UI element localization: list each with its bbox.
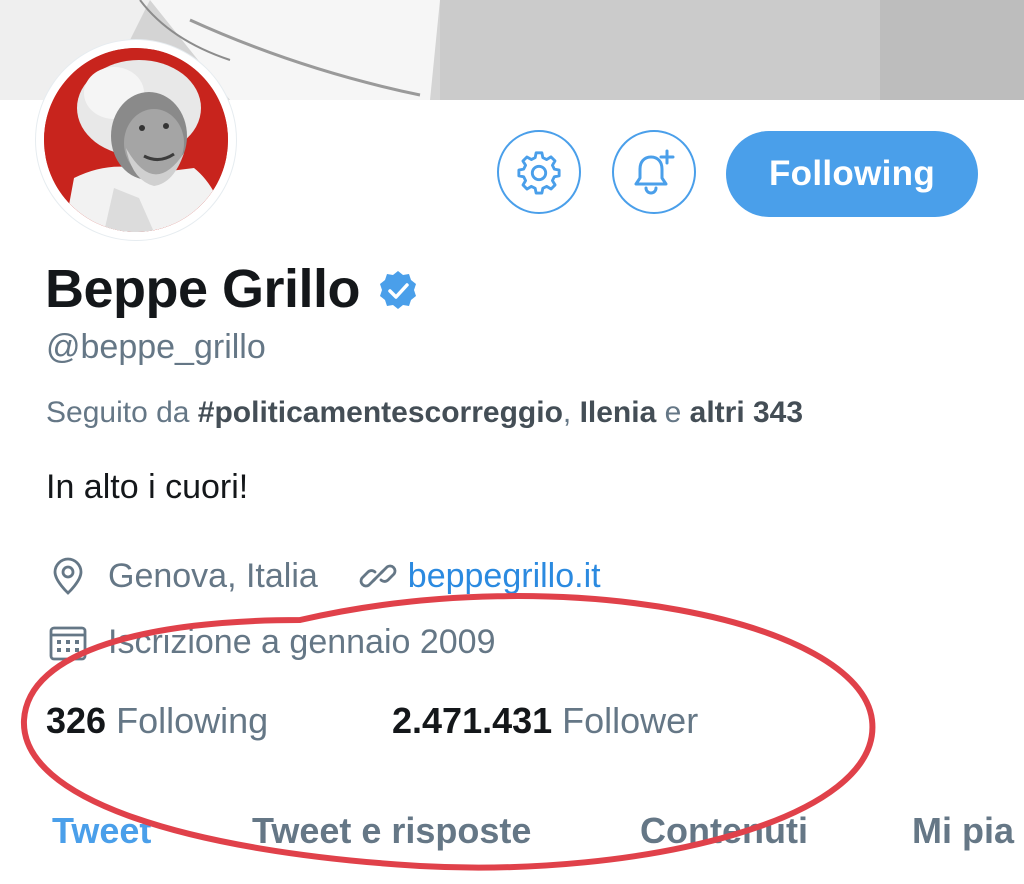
followed-by-prefix: Seguito da [46,396,198,429]
location-row: Genova, Italia beppegrillo.it [46,554,601,598]
calendar-icon [46,620,90,664]
following-stat[interactable]: 326 Following [46,700,268,742]
avatar-image [44,48,228,232]
website-link[interactable]: beppegrillo.it [408,557,601,596]
followers-stat-label: Follower [562,700,699,741]
avatar[interactable] [36,40,236,240]
location-pin-icon [46,554,90,598]
notifications-button[interactable] [612,130,696,214]
followed-by-separator: , [562,396,580,429]
followed-by-others[interactable]: altri 343 [690,396,803,429]
verified-badge-icon [380,271,417,309]
followers-count: 2.471.431 [392,700,553,741]
settings-button[interactable] [497,130,581,214]
following-button[interactable]: Following [726,131,978,217]
tab-media[interactable]: Contenuti [640,810,808,852]
bio: In alto i cuori! [46,468,249,506]
link-icon [356,554,400,598]
tab-likes[interactable]: Mi pia [912,810,1014,852]
display-name: Beppe Grillo [45,259,361,319]
following-count: 326 [46,700,107,741]
followed-by-user-2[interactable]: Ilenia [580,396,657,429]
joined-text: Iscrizione a gennaio 2009 [108,622,496,661]
profile-page: Following Beppe Grillo @beppe_grillo Seg… [0,0,1024,884]
bell-plus-icon [634,149,675,195]
followed-by-user-1[interactable]: #politicamentescorreggio [198,396,563,429]
followers-stat[interactable]: 2.471.431 Follower [392,700,698,742]
name-row: Beppe Grillo [45,258,420,320]
followed-by-text[interactable]: Seguito da #politicamentescorreggio, Ile… [46,396,803,430]
tab-tweet[interactable]: Tweet [52,810,151,852]
tab-tweet-replies[interactable]: Tweet e risposte [252,810,531,852]
followed-by-joiner: e [656,396,690,429]
handle: @beppe_grillo [46,328,266,366]
joined-row: Iscrizione a gennaio 2009 [46,620,496,664]
settings-gear-icon [517,151,561,195]
location-text: Genova, Italia [108,556,318,595]
following-stat-label: Following [116,700,269,741]
profile-tabs: Tweet Tweet e risposte Contenuti Mi pia [0,810,1024,884]
